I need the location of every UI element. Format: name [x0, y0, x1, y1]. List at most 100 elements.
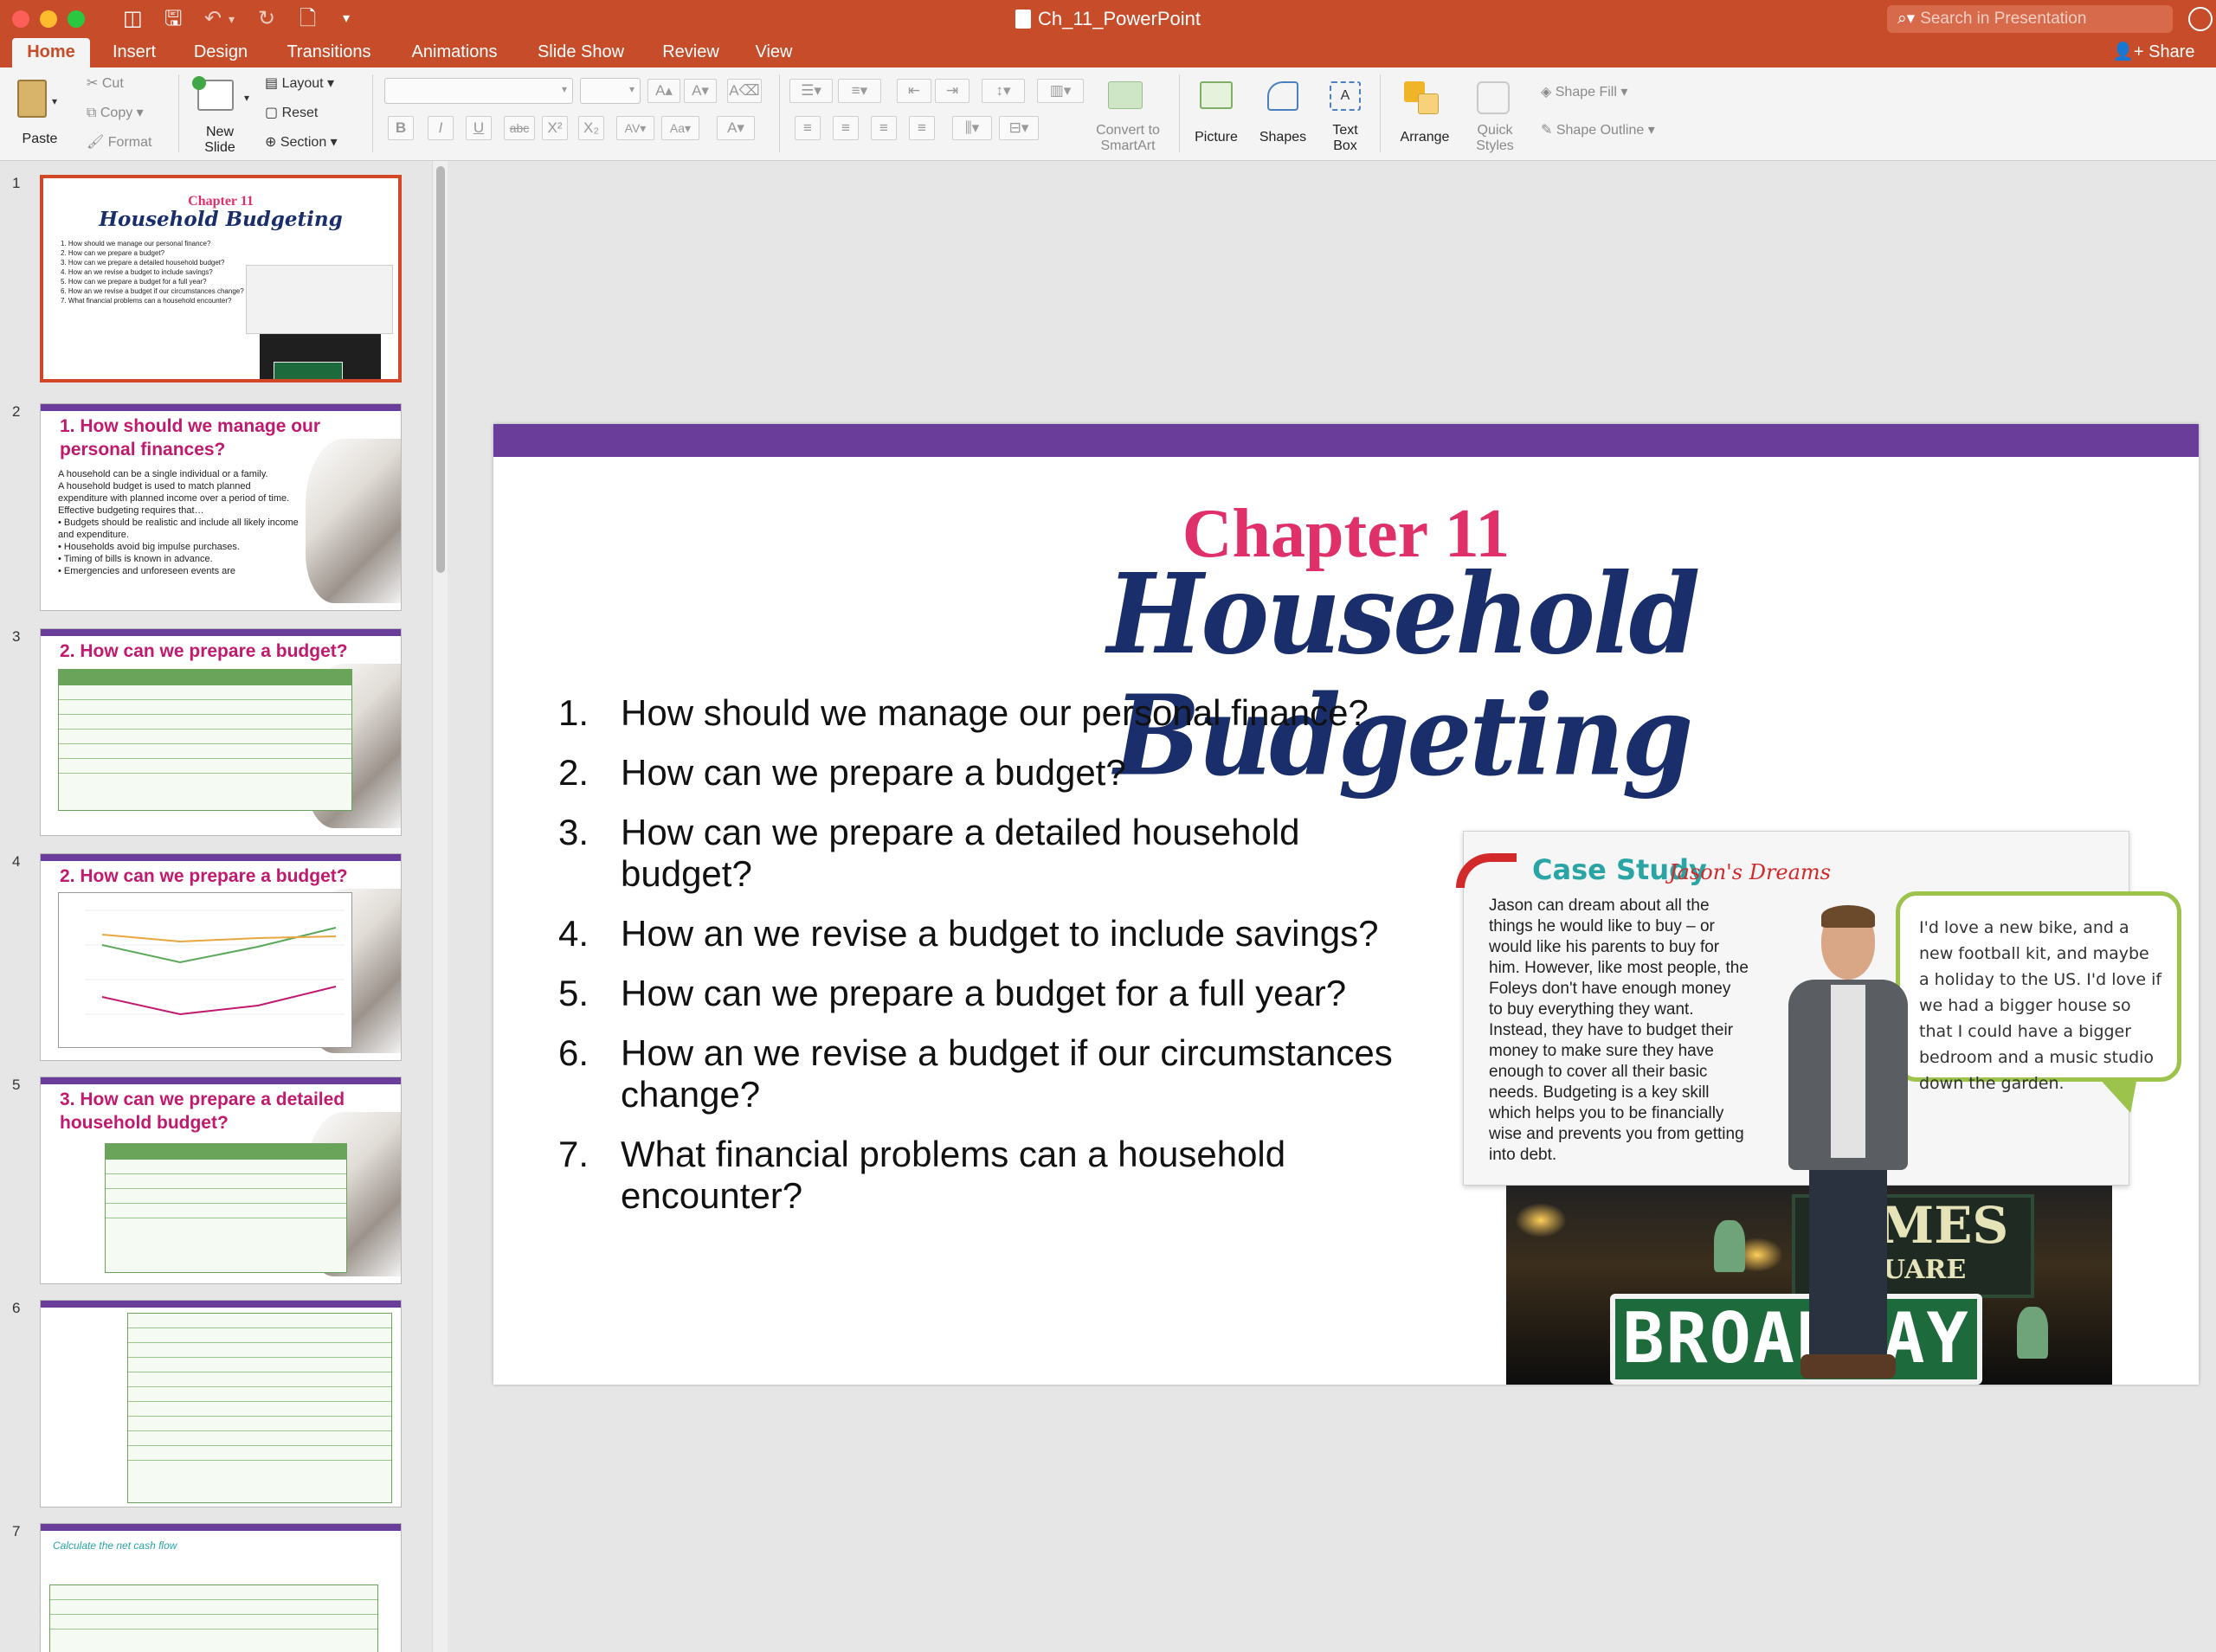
increase-indent-button[interactable]: ⇥ [935, 79, 970, 103]
slide-thumbnail-2[interactable]: 1. How should we manage our personal fin… [40, 403, 402, 611]
minimize-window-button[interactable] [40, 10, 57, 28]
picture-button[interactable]: Picture [1186, 74, 1246, 157]
character-spacing-button[interactable]: AV▾ [616, 116, 654, 140]
text-direction-button[interactable]: ⫼▾ [952, 116, 992, 140]
slide-thumbnail-3[interactable]: 2. How can we prepare a budget? [40, 628, 402, 836]
account-icon[interactable] [2188, 7, 2213, 31]
sidebar-toggle-icon[interactable]: ◫ [123, 7, 143, 31]
align-right-button[interactable]: ≡ [871, 116, 897, 140]
slide-thumbnail-4[interactable]: 2. How can we prepare a budget? [40, 853, 402, 1061]
slide-thumbnail-1[interactable]: Chapter 11 Household Budgeting 1. How sh… [40, 175, 402, 382]
undo-icon[interactable]: ↶ [204, 7, 222, 31]
reset-button[interactable]: ▢ Reset [265, 104, 318, 121]
title-bar: ◫ 🖫 ↶ ▾ ↻ 🗋 ▾ Ch_11_PowerPoint ⌕▾ Search … [0, 0, 2216, 38]
thumb-table-rule [50, 1614, 377, 1615]
shape-outline-button[interactable]: ✎ Shape Outline ▾ [1541, 121, 1655, 138]
slide-thumbnail-5[interactable]: 3. How can we prepare a detailed househo… [40, 1077, 402, 1284]
tab-home[interactable]: Home [12, 38, 90, 67]
question-text: How an we revise a budget if our circums… [621, 1032, 1393, 1115]
quick-styles-label: Quick Styles [1476, 123, 1514, 153]
shape-fill-button[interactable]: ◈ Shape Fill ▾ [1541, 83, 1627, 100]
thumb-broadway [274, 362, 343, 379]
underline-button[interactable]: U [466, 116, 492, 140]
subscript-button[interactable]: X₂ [578, 116, 604, 140]
picture-label: Picture [1195, 130, 1238, 145]
tab-review[interactable]: Review [653, 38, 729, 67]
slide-thumbnail-6[interactable] [40, 1300, 402, 1507]
decrease-indent-button[interactable]: ⇤ [897, 79, 931, 103]
strikethrough-button[interactable]: abc [504, 116, 535, 140]
slide-number: 2 [12, 403, 21, 420]
share-label: Share [2148, 42, 2195, 61]
shapes-button[interactable]: Shapes [1252, 74, 1314, 157]
layout-button[interactable]: ▤ Layout ▾ [265, 74, 334, 92]
chevron-down-icon: ▾ [561, 83, 567, 95]
tab-view[interactable]: View [746, 38, 802, 67]
tab-design[interactable]: Design [184, 38, 258, 67]
statue-of-liberty-icon [2017, 1307, 2048, 1359]
text-box-button[interactable]: A Text Box [1317, 74, 1373, 157]
align-text-button[interactable]: ⊟▾ [999, 116, 1039, 140]
slide-canvas[interactable]: Chapter 11 Household Budgeting 1. How sho… [493, 424, 2199, 1385]
arrange-label: Arrange [1400, 130, 1450, 145]
align-left-button[interactable]: ≡ [795, 116, 821, 140]
search-input[interactable]: ⌕▾ Search in Presentation [1887, 5, 2173, 33]
thumb-table-rule [128, 1401, 391, 1402]
change-case-button[interactable]: Aa▾ [661, 116, 699, 140]
customize-toolbar-icon[interactable]: ▾ [343, 7, 350, 31]
share-button[interactable]: 👤+ Share [2112, 38, 2195, 67]
paste-label: Paste [22, 132, 58, 146]
font-name-select[interactable]: ▾ [384, 78, 573, 104]
save-icon[interactable]: 🖫 [164, 7, 182, 31]
arrange-button[interactable]: Arrange [1388, 74, 1461, 157]
line-spacing-button[interactable]: ↕▾ [982, 79, 1025, 103]
thumb-table-rule [128, 1357, 391, 1358]
format-painter-button[interactable]: 🖌 Format [87, 133, 151, 151]
slide-thumbnail-7[interactable]: Calculate the net cash flow [40, 1523, 402, 1652]
align-center-button[interactable]: ≡ [833, 116, 859, 140]
section-button[interactable]: ⊕ Section ▾ [265, 133, 338, 151]
question-text: How should we manage our personal financ… [621, 692, 1369, 733]
tab-insert[interactable]: Insert [102, 38, 166, 67]
thumb-body: A household can be a single individual o… [58, 468, 300, 577]
statue-of-liberty-icon [1714, 1220, 1745, 1272]
layout-icon: ▤ [265, 76, 282, 91]
scrollbar-thumb[interactable] [436, 166, 445, 573]
cut-button[interactable]: ✂ Cut [87, 74, 124, 92]
slide-thumbnails-pane[interactable]: 1 Chapter 11 Household Budgeting 1. How … [0, 161, 433, 1652]
close-window-button[interactable] [12, 10, 29, 28]
redo-icon[interactable]: ↻ [258, 7, 275, 31]
thumbnails-scrollbar[interactable] [432, 161, 448, 1652]
paste-button[interactable]: ▾ Paste [12, 76, 68, 154]
question-list[interactable]: 1. How should we manage our personal fina… [558, 692, 1459, 1235]
thumb-heading: 2. How can we prepare a budget? [60, 866, 348, 886]
undo-dropdown-icon[interactable]: ▾ [229, 7, 235, 31]
italic-button[interactable]: I [428, 116, 454, 140]
quick-styles-button[interactable]: Quick Styles [1463, 74, 1527, 157]
bold-button[interactable]: B [388, 116, 414, 140]
zoom-window-button[interactable] [68, 10, 85, 28]
tab-slide-show[interactable]: Slide Show [526, 38, 635, 67]
tab-transitions[interactable]: Transitions [275, 38, 383, 67]
thumb-line: A household can be a single individual o… [58, 469, 268, 479]
new-slide-dropdown-icon[interactable]: ▾ [244, 92, 249, 104]
new-slide-button[interactable]: New Slide [189, 74, 251, 157]
increase-font-size-button[interactable]: A▴ [647, 79, 680, 103]
justify-button[interactable]: ≡ [909, 116, 935, 140]
convert-to-smartart-button[interactable]: Convert to SmartArt [1082, 74, 1174, 157]
copy-button[interactable]: ⧉ Copy ▾ [87, 104, 144, 121]
paste-dropdown-icon[interactable]: ▾ [52, 95, 57, 107]
font-color-button[interactable]: A▾ [717, 116, 755, 140]
superscript-button[interactable]: X² [542, 116, 568, 140]
columns-button[interactable]: ▥▾ [1037, 79, 1084, 103]
numbering-button[interactable]: ≡▾ [838, 79, 881, 103]
tab-animations[interactable]: Animations [400, 38, 509, 67]
new-document-icon[interactable]: 🗋 [300, 7, 316, 31]
picture-icon [1200, 81, 1233, 109]
jason-person-image[interactable] [1783, 905, 1913, 1385]
font-size-select[interactable]: ▾ [580, 78, 641, 104]
decrease-font-size-button[interactable]: A▾ [684, 79, 717, 103]
clear-formatting-button[interactable]: A⌫ [727, 79, 762, 103]
bullets-button[interactable]: ☰▾ [789, 79, 833, 103]
search-icon: ⌕▾ [1897, 10, 1916, 28]
